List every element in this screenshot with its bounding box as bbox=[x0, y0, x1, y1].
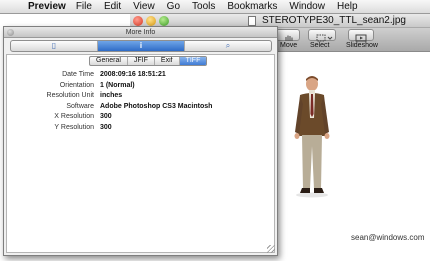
menu-bookmarks[interactable]: Bookmarks bbox=[227, 1, 277, 12]
tab-exif[interactable]: Exif bbox=[155, 57, 180, 65]
property-key: Orientation bbox=[59, 81, 94, 89]
menu-file[interactable]: File bbox=[76, 1, 92, 12]
more-info-panel: More Info ▯ i ⌕ General JFIF Exif TIFF D… bbox=[3, 26, 278, 256]
tab-jfif[interactable]: JFIF bbox=[128, 57, 155, 65]
image-watermark: sean@windows.com bbox=[351, 233, 425, 242]
property-value: 1 (Normal) bbox=[100, 81, 135, 89]
info-icon: i bbox=[139, 41, 143, 50]
tab-tiff[interactable]: TIFF bbox=[179, 57, 207, 65]
property-row: Resolution Unit inches bbox=[4, 91, 273, 102]
marquee-select-icon[interactable] bbox=[308, 29, 336, 42]
property-row: X Resolution 300 bbox=[4, 112, 273, 123]
close-window-button[interactable] bbox=[133, 16, 143, 26]
property-value: 2008:09:16 18:51:21 bbox=[100, 71, 166, 78]
menu-help[interactable]: Help bbox=[337, 1, 358, 12]
close-panel-button[interactable] bbox=[7, 29, 14, 36]
property-row: Orientation 1 (Normal) bbox=[4, 81, 273, 92]
segment-search[interactable]: ⌕ bbox=[185, 41, 271, 51]
slideshow-label[interactable]: Slideshow bbox=[346, 42, 378, 49]
menu-preview[interactable]: Preview bbox=[28, 1, 66, 12]
property-value: Adobe Photoshop CS3 Macintosh bbox=[100, 102, 213, 110]
property-row: Software Adobe Photoshop CS3 Macintosh bbox=[4, 102, 273, 113]
segment-document[interactable]: ▯ bbox=[11, 41, 98, 51]
minimize-window-button[interactable] bbox=[146, 16, 156, 26]
property-value: 300 bbox=[100, 123, 112, 131]
select-tool-label[interactable]: Select bbox=[310, 42, 329, 49]
menu-window[interactable]: Window bbox=[289, 1, 325, 12]
property-value: inches bbox=[100, 92, 123, 99]
zoom-window-button[interactable] bbox=[159, 16, 169, 26]
resize-grip[interactable] bbox=[267, 245, 275, 253]
tiff-properties: Date Time 2008:09:16 18:51:21 Orientatio… bbox=[4, 70, 273, 133]
menu-edit[interactable]: Edit bbox=[104, 1, 121, 12]
info-panel-title: More Info bbox=[125, 29, 156, 36]
property-row: Y Resolution 300 bbox=[4, 123, 273, 134]
document-icon: ▯ bbox=[51, 41, 57, 50]
segment-info[interactable]: i bbox=[98, 41, 185, 51]
property-key: X Resolution bbox=[54, 113, 94, 120]
menu-tools[interactable]: Tools bbox=[192, 1, 215, 12]
search-icon: ⌕ bbox=[225, 41, 231, 50]
property-row: Date Time 2008:09:16 18:51:21 bbox=[4, 70, 273, 81]
slideshow-icon[interactable] bbox=[348, 29, 374, 42]
property-key: Software bbox=[66, 102, 94, 110]
menu-bar: Preview File Edit View Go Tools Bookmark… bbox=[0, 0, 430, 14]
info-segmented-control: ▯ i ⌕ bbox=[10, 40, 272, 52]
property-key: Date Time bbox=[62, 71, 94, 78]
property-key: Resolution Unit bbox=[46, 92, 94, 99]
window-title: STEROTYPE30_TTL_sean2.jpg bbox=[262, 15, 406, 26]
metadata-tabs: General JFIF Exif TIFF bbox=[89, 56, 208, 66]
property-key: Y Resolution bbox=[54, 123, 94, 131]
person-photo bbox=[294, 76, 330, 198]
hand-icon[interactable] bbox=[276, 29, 300, 41]
property-value: 300 bbox=[100, 113, 112, 120]
menu-view[interactable]: View bbox=[133, 1, 155, 12]
document-proxy-icon[interactable] bbox=[248, 16, 256, 26]
info-panel-titlebar: More Info bbox=[4, 27, 277, 38]
menu-go[interactable]: Go bbox=[167, 1, 180, 12]
move-tool-label[interactable]: Move bbox=[280, 42, 297, 49]
tab-general[interactable]: General bbox=[90, 57, 128, 65]
